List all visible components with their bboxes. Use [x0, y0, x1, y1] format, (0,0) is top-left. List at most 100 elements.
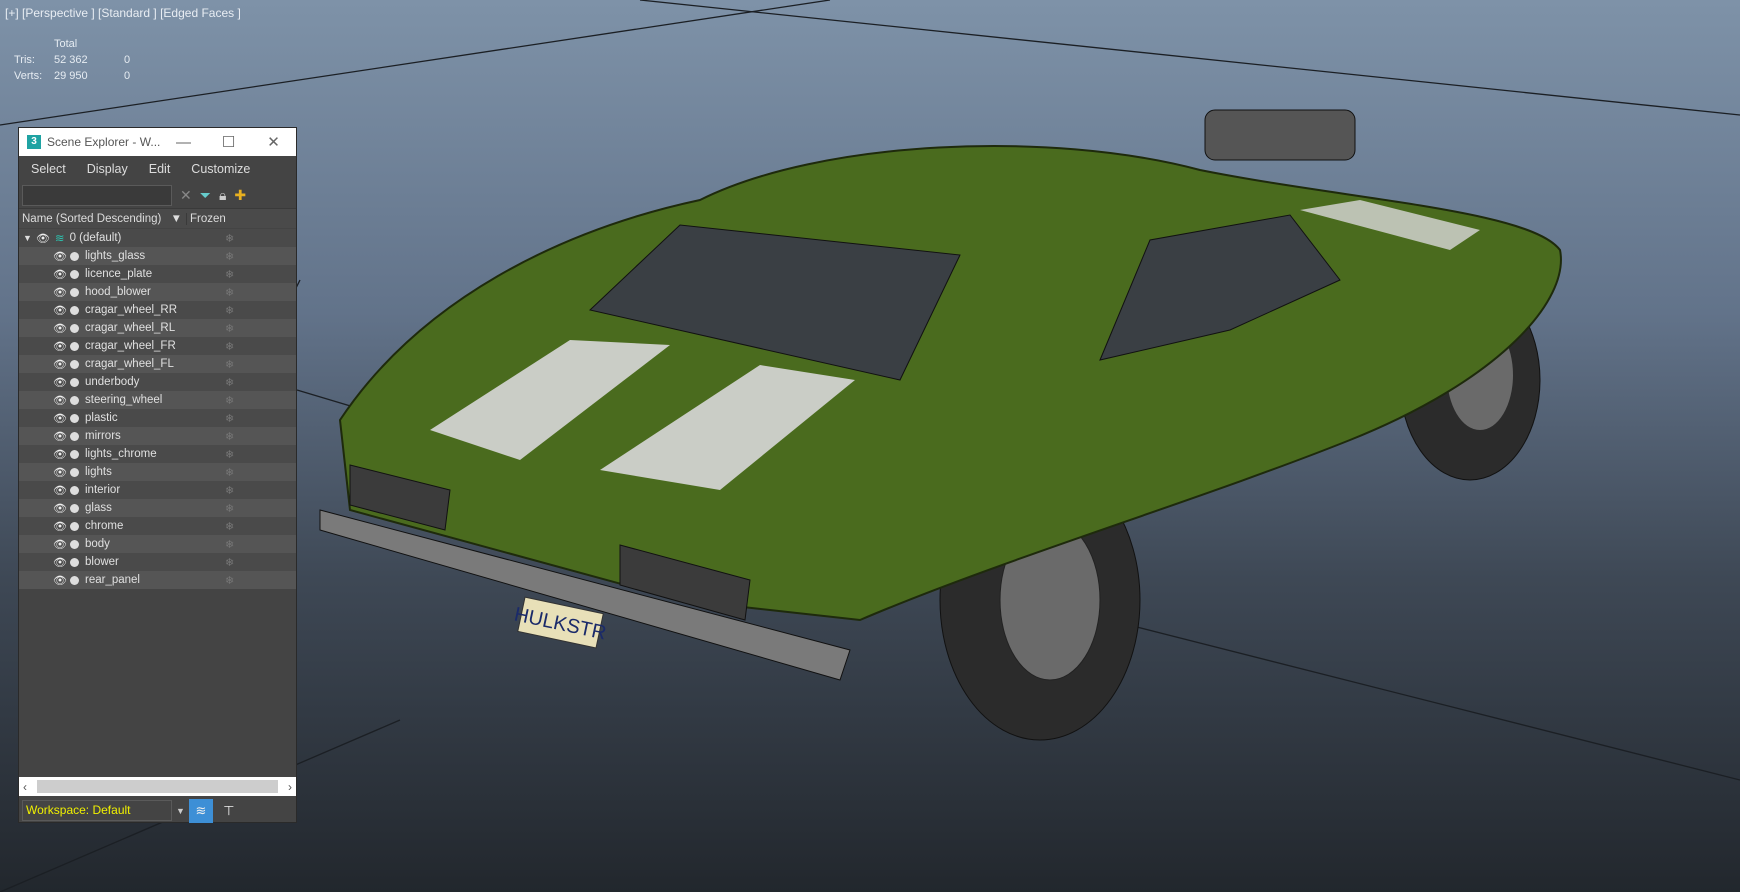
object-row[interactable]: 👁︎ cragar_wheel_FR ❄ [19, 337, 296, 355]
sort-by-layer-button[interactable]: ≋ [188, 798, 213, 823]
object-row[interactable]: 👁︎ plastic ❄ [19, 409, 296, 427]
lock-icon[interactable]: 🔒︎ [219, 187, 226, 204]
snowflake-icon[interactable]: ❄ [225, 484, 234, 497]
object-icon [70, 395, 79, 405]
eye-icon[interactable]: 👁︎ [53, 556, 67, 569]
snowflake-icon[interactable]: ❄ [225, 394, 234, 407]
object-row[interactable]: 👁︎ glass ❄ [19, 499, 296, 517]
clear-icon[interactable]: ✕ [180, 187, 192, 204]
snowflake-icon[interactable]: ❄ [225, 340, 234, 353]
object-row[interactable]: 👁︎ hood_blower ❄ [19, 283, 296, 301]
snowflake-icon[interactable]: ❄ [225, 250, 234, 263]
eye-icon[interactable]: 👁︎ [53, 466, 67, 479]
sort-by-hierarchy-button[interactable]: ⊤ [217, 799, 241, 823]
name-column-header[interactable]: Name (Sorted Descending) ▼ [19, 212, 187, 225]
eye-icon[interactable]: 👁︎ [53, 358, 67, 371]
expand-icon[interactable]: ▼ [23, 233, 32, 243]
close-button[interactable]: ✕ [251, 133, 296, 151]
eye-icon[interactable]: 👁︎ [36, 232, 50, 245]
object-name: plastic [85, 412, 118, 424]
snowflake-icon[interactable]: ❄ [225, 502, 234, 515]
dropdown-arrow-icon[interactable]: ▼ [176, 806, 185, 816]
object-icon [70, 467, 79, 477]
eye-icon[interactable]: 👁︎ [53, 376, 67, 389]
title-bar[interactable]: 3 Scene Explorer - W... — ☐ ✕ [19, 128, 296, 156]
object-row[interactable]: 👁︎ chrome ❄ [19, 517, 296, 535]
eye-icon[interactable]: 👁︎ [53, 286, 67, 299]
object-icon [70, 269, 79, 279]
snowflake-icon[interactable]: ❄ [225, 574, 234, 587]
object-icon [70, 341, 79, 351]
object-name: cragar_wheel_FR [85, 340, 176, 352]
workspace-dropdown[interactable]: Workspace: Default [22, 800, 172, 821]
object-icon [70, 359, 79, 369]
object-row[interactable]: 👁︎ underbody ❄ [19, 373, 296, 391]
eye-icon[interactable]: 👁︎ [53, 412, 67, 425]
object-row[interactable]: 👁︎ interior ❄ [19, 481, 296, 499]
name-column-label: Name (Sorted Descending) [22, 212, 162, 225]
horizontal-scrollbar[interactable]: ‹ › [19, 777, 296, 796]
eye-icon[interactable]: 👁︎ [53, 520, 67, 533]
snowflake-icon[interactable]: ❄ [225, 358, 234, 371]
snowflake-icon[interactable]: ❄ [225, 412, 234, 425]
viewport-label[interactable]: [+] [Perspective ] [Standard ] [Edged Fa… [5, 6, 241, 20]
snowflake-icon[interactable]: ❄ [225, 430, 234, 443]
snowflake-icon[interactable]: ❄ [225, 304, 234, 317]
snowflake-icon[interactable]: ❄ [225, 538, 234, 551]
object-row[interactable]: 👁︎ steering_wheel ❄ [19, 391, 296, 409]
scene-explorer-window: 3 Scene Explorer - W... — ☐ ✕ Select Dis… [18, 127, 297, 823]
eye-icon[interactable]: 👁︎ [53, 484, 67, 497]
menu-select[interactable]: Select [19, 162, 75, 176]
maximize-button[interactable]: ☐ [206, 133, 251, 151]
snowflake-icon[interactable]: ❄ [225, 268, 234, 281]
snowflake-icon[interactable]: ❄ [225, 232, 234, 245]
snowflake-icon[interactable]: ❄ [225, 448, 234, 461]
object-icon [70, 431, 79, 441]
object-row[interactable]: 👁︎ cragar_wheel_RL ❄ [19, 319, 296, 337]
menu-customize[interactable]: Customize [179, 162, 259, 176]
scroll-thumb[interactable] [37, 780, 278, 793]
object-row[interactable]: 👁︎ blower ❄ [19, 553, 296, 571]
snowflake-icon[interactable]: ❄ [225, 286, 234, 299]
snowflake-icon[interactable]: ❄ [225, 322, 234, 335]
eye-icon[interactable]: 👁︎ [53, 394, 67, 407]
eye-icon[interactable]: 👁︎ [53, 502, 67, 515]
eye-icon[interactable]: 👁︎ [53, 268, 67, 281]
eye-icon[interactable]: 👁︎ [53, 430, 67, 443]
eye-icon[interactable]: 👁︎ [53, 448, 67, 461]
eye-icon[interactable]: 👁︎ [53, 250, 67, 263]
object-row[interactable]: 👁︎ mirrors ❄ [19, 427, 296, 445]
menu-edit[interactable]: Edit [137, 162, 180, 176]
object-row[interactable]: 👁︎ licence_plate ❄ [19, 265, 296, 283]
object-name: cragar_wheel_RL [85, 322, 176, 334]
eye-icon[interactable]: 👁︎ [53, 304, 67, 317]
scroll-left-icon[interactable]: ‹ [19, 780, 31, 794]
menu-display[interactable]: Display [75, 162, 137, 176]
eye-icon[interactable]: 👁︎ [53, 322, 67, 335]
scene-tree[interactable]: ▼ 👁︎ ≋ 0 (default) ❄ 👁︎ lights_glass ❄ 👁︎ licen… [19, 229, 296, 773]
eye-icon[interactable]: 👁︎ [53, 538, 67, 551]
add-layer-icon[interactable]: ✚ [234, 187, 246, 204]
frozen-column-header[interactable]: Frozen [187, 213, 226, 225]
object-row[interactable]: 👁︎ cragar_wheel_FL ❄ [19, 355, 296, 373]
object-row[interactable]: 👁︎ cragar_wheel_RR ❄ [19, 301, 296, 319]
object-row[interactable]: 👁︎ lights_chrome ❄ [19, 445, 296, 463]
scroll-right-icon[interactable]: › [284, 780, 296, 794]
object-row[interactable]: 👁︎ rear_panel ❄ [19, 571, 296, 589]
snowflake-icon[interactable]: ❄ [225, 520, 234, 533]
layers-icon: ≋ [54, 233, 65, 245]
eye-icon[interactable]: 👁︎ [53, 574, 67, 587]
object-row[interactable]: 👁︎ lights_glass ❄ [19, 247, 296, 265]
snowflake-icon[interactable]: ❄ [225, 376, 234, 389]
filter-icon[interactable]: ⏷ [200, 187, 211, 204]
minimize-button[interactable]: — [161, 134, 206, 151]
object-icon [70, 305, 79, 315]
stats-label: Verts: [14, 70, 43, 82]
object-row[interactable]: 👁︎ lights ❄ [19, 463, 296, 481]
snowflake-icon[interactable]: ❄ [225, 556, 234, 569]
object-row[interactable]: 👁︎ body ❄ [19, 535, 296, 553]
eye-icon[interactable]: 👁︎ [53, 340, 67, 353]
layer-row[interactable]: ▼ 👁︎ ≋ 0 (default) ❄ [19, 229, 296, 247]
search-input[interactable] [22, 184, 172, 206]
snowflake-icon[interactable]: ❄ [225, 466, 234, 479]
